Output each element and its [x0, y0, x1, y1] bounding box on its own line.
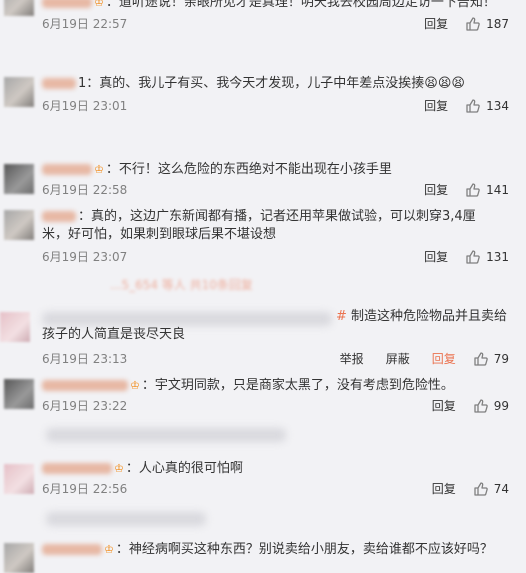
avatar[interactable] [0, 312, 30, 342]
username[interactable] [42, 380, 128, 391]
hashtag-link[interactable]: # [336, 309, 347, 324]
username[interactable] [42, 463, 112, 474]
reply-button[interactable]: 回复 [432, 350, 456, 367]
reply-button[interactable]: 回复 [432, 397, 456, 414]
comment-actions: 回复 187 [424, 15, 509, 32]
timestamp: 6月19日 23:22 [42, 399, 128, 413]
more-replies-link[interactable]: ...5_654 等人 共10条回复 [110, 276, 370, 294]
timestamp: 6月19日 22:56 [42, 482, 128, 496]
vip-badge-icon: ♔ [130, 379, 140, 392]
thumbs-up-icon [466, 249, 480, 264]
comment-actions: 回复 131 [424, 248, 509, 265]
like-button[interactable]: 99 [474, 399, 509, 413]
like-count: 134 [486, 98, 509, 113]
vip-badge-icon: ♔ [94, 0, 104, 9]
username[interactable] [42, 0, 92, 8]
username[interactable] [42, 164, 92, 175]
thumbs-up-icon [474, 351, 488, 366]
comment-text: # 制造这种危险物品并且卖给孩子的人简直是丧尽天良 [42, 309, 508, 342]
avatar[interactable] [4, 464, 34, 494]
timestamp: 6月19日 22:57 [42, 17, 128, 31]
thumbs-up-icon [466, 16, 480, 31]
thumbs-up-icon [474, 398, 488, 413]
comment-actions: 回复 99 [432, 397, 509, 414]
avatar[interactable] [4, 379, 34, 409]
report-button[interactable]: 举报 [340, 350, 364, 367]
reply-button[interactable]: 回复 [424, 248, 448, 265]
vip-badge-icon: ♔ [114, 462, 124, 475]
emoji-icons: 😫😫😫 [424, 76, 465, 91]
username[interactable] [42, 211, 76, 222]
comment-text: ♔ ：道听途说！亲眼所见才是真理！明天我去校园周边走访一下告知！ [42, 0, 508, 12]
like-count: 141 [486, 182, 509, 197]
avatar[interactable] [4, 77, 34, 107]
avatar[interactable] [4, 164, 34, 194]
vip-badge-icon: ♔ [94, 163, 104, 176]
comment-actions: 举报 屏蔽 回复 79 [340, 350, 509, 367]
comment-text: ♔ ：不行！这么危险的东西绝对不能出现在小孩手里 [42, 161, 508, 179]
like-count: 99 [493, 398, 509, 413]
timestamp: 6月19日 23:01 [42, 99, 128, 113]
reply-button[interactable]: 回复 [424, 181, 448, 198]
block-button[interactable]: 屏蔽 [386, 350, 410, 367]
thumbs-up-icon [474, 481, 488, 496]
avatar[interactable] [4, 543, 34, 573]
blurred-row [46, 428, 286, 442]
like-button[interactable]: 141 [466, 183, 509, 197]
like-button[interactable]: 79 [474, 352, 509, 366]
like-count: 187 [486, 16, 509, 31]
comment-text: 1：真的、我儿子有买、我今天才发现，儿子中年差点没挨揍😫😫😫 [42, 75, 508, 93]
like-button[interactable]: 131 [466, 250, 509, 264]
reply-button[interactable]: 回复 [424, 97, 448, 114]
username[interactable] [42, 544, 102, 555]
comment-actions: 回复 141 [424, 181, 509, 198]
avatar[interactable] [4, 0, 34, 16]
reply-button[interactable]: 回复 [432, 480, 456, 497]
like-button[interactable]: 187 [466, 17, 509, 31]
comment-text: ：真的，这边广东新闻都有播，记者还用苹果做试验，可以刺穿3,4厘米，好可怕，如果… [42, 209, 476, 242]
comment-text: ♔ ：神经病啊买这种东西？别说卖给小朋友，卖给谁都不应该好吗？ [42, 541, 508, 559]
comment-text: ♔ ：宇文玥同款，只是商家太黑了，没有考虑到危险性。 [42, 377, 508, 395]
like-count: 131 [486, 249, 509, 264]
reply-button[interactable]: 回复 [424, 15, 448, 32]
comment-actions: 回复 74 [432, 480, 509, 497]
like-count: 74 [493, 481, 509, 496]
comment-text: ♔ ：人心真的很可怕啊 [42, 460, 508, 478]
vip-badge-icon: ♔ [104, 543, 114, 556]
blurred-row [46, 512, 206, 526]
comment-actions: 回复 134 [424, 97, 509, 114]
like-button[interactable]: 74 [474, 482, 509, 496]
thumbs-up-icon [466, 98, 480, 113]
thumbs-up-icon [466, 182, 480, 197]
like-count: 79 [493, 351, 509, 366]
avatar[interactable] [4, 210, 34, 240]
timestamp: 6月19日 22:58 [42, 183, 128, 197]
username[interactable] [42, 78, 76, 89]
timestamp: 6月19日 23:07 [42, 250, 128, 264]
timestamp: 6月19日 23:13 [42, 352, 128, 366]
like-button[interactable]: 134 [466, 99, 509, 113]
